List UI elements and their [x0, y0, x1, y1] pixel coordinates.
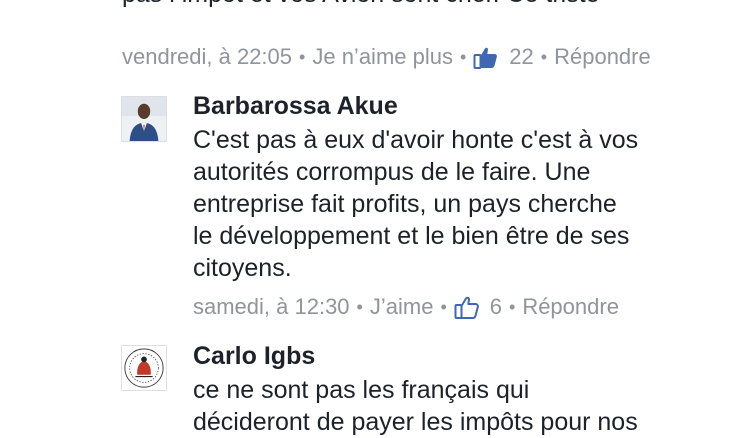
comment-text-line: citoyens. — [193, 254, 292, 282]
like-count[interactable]: 6 — [490, 294, 502, 320]
comment-text-line: entreprise fait profits, un pays cherche — [193, 190, 617, 218]
unlike-link[interactable]: Je n’aime plus — [312, 44, 453, 70]
thumbs-up-icon[interactable] — [473, 44, 499, 70]
avatar[interactable] — [121, 345, 167, 391]
comment-text-line: ce ne sont pas les français qui — [193, 376, 530, 404]
comment-text: C'est pas à eux d'avoir honte c'est à vo… — [193, 124, 733, 284]
thumbs-up-icon[interactable] — [454, 294, 480, 320]
comment-text-line: C'est pas à eux d'avoir honte c'est à vo… — [193, 126, 639, 154]
like-count[interactable]: 22 — [509, 44, 533, 70]
comment-partial: pas l impot et vos Avion sont cher. Ce t… — [122, 0, 732, 10]
profile-photo-icon — [122, 97, 166, 141]
separator-dot: • — [299, 46, 306, 67]
separator-dot: • — [459, 46, 467, 67]
comment-text-line: pas l impot et vos Avion sont cher. Ce t… — [122, 0, 732, 10]
separator-dot: • — [509, 296, 516, 317]
comment-author[interactable]: Carlo Igbs — [193, 342, 315, 371]
comment-text-line: décideront de payer les impôts pour nos — [193, 408, 638, 436]
comment-text-line: autorités corrompus de le faire. Une — [193, 158, 591, 186]
comment-meta: samedi, à 12:30 • J’aime • 6 • Répondre — [193, 294, 619, 320]
comment-time[interactable]: samedi, à 12:30 — [193, 294, 350, 320]
separator-dot: • — [356, 296, 363, 317]
comment-text-line: le développement et le bien être de ses — [193, 222, 630, 250]
comment-text: ce ne sont pas les français qui décidero… — [193, 374, 733, 438]
avatar[interactable] — [121, 96, 167, 142]
reply-link[interactable]: Répondre — [522, 294, 619, 320]
separator-dot: • — [440, 296, 447, 317]
comment-meta: vendredi, à 22:05 • Je n’aime plus • 22 … — [122, 44, 651, 70]
comment-author[interactable]: Barbarossa Akue — [193, 92, 398, 121]
reply-link[interactable]: Répondre — [554, 44, 651, 70]
comment-time[interactable]: vendredi, à 22:05 — [122, 44, 292, 70]
like-link[interactable]: J’aime — [370, 294, 434, 320]
separator-dot: • — [540, 46, 548, 67]
seal-logo-icon — [122, 346, 166, 390]
